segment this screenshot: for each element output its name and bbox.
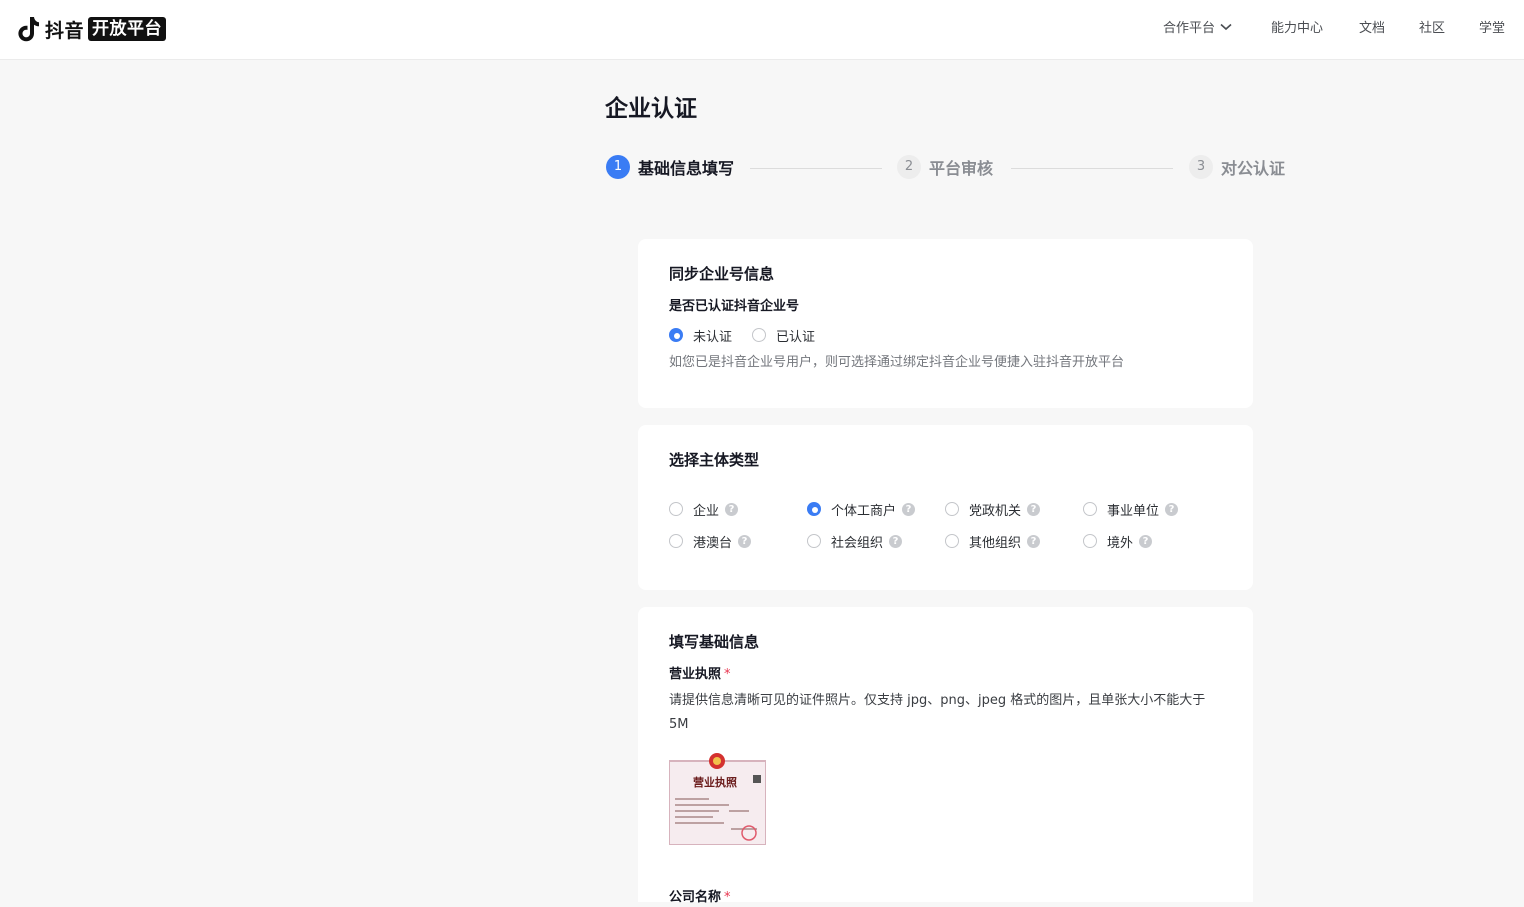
business-license-label: 营业执照 * bbox=[669, 666, 731, 684]
douyin-open-platform-logo[interactable]: 抖音 开放平台 bbox=[17, 14, 167, 44]
radio-circle bbox=[945, 534, 959, 548]
radio-hk-macau-taiwan[interactable]: 港澳台 ? bbox=[669, 531, 752, 551]
radio-label: 社会组织 bbox=[831, 535, 884, 551]
radio-enterprise[interactable]: 企业 ? bbox=[669, 499, 739, 519]
radio-label: 其他组织 bbox=[969, 535, 1022, 551]
nav-cooperation-platform[interactable]: 合作平台 bbox=[1163, 19, 1232, 39]
radio-other-organization[interactable]: 其他组织 ? bbox=[945, 531, 1041, 551]
label-text: 营业执照 bbox=[669, 667, 722, 682]
nav-docs[interactable]: 文档 bbox=[1359, 19, 1385, 39]
help-icon[interactable]: ? bbox=[1027, 502, 1041, 516]
help-icon[interactable]: ? bbox=[725, 502, 739, 516]
radio-label: 事业单位 bbox=[1107, 503, 1160, 519]
radio-circle bbox=[669, 534, 683, 548]
required-mark: * bbox=[724, 667, 731, 682]
card-title: 选择主体类型 bbox=[669, 451, 760, 469]
radio-label: 未认证 bbox=[693, 329, 733, 345]
help-icon[interactable]: ? bbox=[902, 502, 916, 516]
nav-label: 合作平台 bbox=[1163, 21, 1216, 36]
card-title: 填写基础信息 bbox=[669, 633, 760, 651]
radio-government[interactable]: 党政机关 ? bbox=[945, 499, 1041, 519]
help-icon[interactable]: ? bbox=[889, 534, 903, 548]
radio-individual-business[interactable]: 个体工商户 ? bbox=[807, 499, 916, 519]
sync-enterprise-card: 同步企业号信息 是否已认证抖音企业号 未认证 已认证 如您已是抖音企业号用户，则… bbox=[638, 239, 1253, 408]
help-icon[interactable]: ? bbox=[1165, 502, 1179, 516]
radio-circle-checked bbox=[807, 502, 821, 516]
help-icon[interactable]: ? bbox=[738, 534, 752, 548]
step-1: 1 基础信息填写 bbox=[606, 155, 734, 179]
step-label: 对公认证 bbox=[1221, 159, 1286, 178]
step-number: 2 bbox=[897, 155, 921, 179]
nav-capability-center[interactable]: 能力中心 bbox=[1271, 19, 1323, 39]
step-connector bbox=[1011, 168, 1173, 169]
entity-type-card: 选择主体类型 企业 ? 个体工商户 ? 党政机关 ? 事业单位 ? 港澳台 ? … bbox=[638, 425, 1253, 590]
license-image-text: 营业执照 bbox=[693, 775, 737, 789]
logo-text: 抖音 bbox=[45, 19, 85, 42]
company-name-label: 公司名称 * bbox=[669, 889, 731, 907]
help-icon[interactable]: ? bbox=[1027, 534, 1041, 548]
step-connector bbox=[750, 168, 882, 169]
step-3: 3 对公认证 bbox=[1189, 155, 1285, 179]
radio-circle bbox=[1083, 534, 1097, 548]
radio-verified[interactable]: 已认证 bbox=[752, 325, 815, 345]
license-description: 请提供信息清晰可见的证件照片。仅支持 jpg、png、jpeg 格式的图片，且单… bbox=[669, 693, 1206, 732]
help-icon[interactable]: ? bbox=[1139, 534, 1153, 548]
label-text: 公司名称 bbox=[669, 890, 722, 905]
radio-circle bbox=[807, 534, 821, 548]
hint-text: 如您已是抖音企业号用户，则可选择通过绑定抖音企业号便捷入驻抖音开放平台 bbox=[669, 355, 1125, 370]
card-title: 同步企业号信息 bbox=[669, 265, 775, 283]
douyin-logo-icon bbox=[18, 17, 39, 42]
step-label: 平台审核 bbox=[929, 159, 994, 178]
radio-circle bbox=[669, 502, 683, 516]
radio-not-verified[interactable]: 未认证 bbox=[669, 325, 732, 345]
radio-circle bbox=[752, 328, 766, 342]
radio-label: 党政机关 bbox=[969, 503, 1022, 519]
radio-label: 境外 bbox=[1107, 535, 1134, 551]
chevron-down-icon bbox=[1220, 23, 1232, 31]
nav-community[interactable]: 社区 bbox=[1419, 19, 1445, 39]
step-2: 2 平台审核 bbox=[897, 155, 993, 179]
radio-circle bbox=[945, 502, 959, 516]
top-header: 抖音 开放平台 合作平台 能力中心 文档 社区 学堂 bbox=[0, 0, 1524, 60]
radio-label: 港澳台 bbox=[693, 535, 733, 551]
field-label: 是否已认证抖音企业号 bbox=[669, 299, 800, 314]
step-number: 1 bbox=[606, 155, 630, 179]
radio-circle bbox=[1083, 502, 1097, 516]
radio-overseas[interactable]: 境外 ? bbox=[1083, 531, 1153, 551]
radio-public-institution[interactable]: 事业单位 ? bbox=[1083, 499, 1179, 519]
basic-info-card: 填写基础信息 营业执照 * 请提供信息清晰可见的证件照片。仅支持 jpg、png、… bbox=[638, 607, 1253, 905]
step-label: 基础信息填写 bbox=[638, 159, 735, 178]
business-license-thumbnail[interactable]: 营业执照 bbox=[669, 753, 766, 845]
radio-social-organization[interactable]: 社会组织 ? bbox=[807, 531, 903, 551]
step-number: 3 bbox=[1189, 155, 1213, 179]
radio-label: 企业 bbox=[693, 503, 720, 519]
nav-academy[interactable]: 学堂 bbox=[1479, 19, 1505, 39]
radio-label: 已认证 bbox=[776, 329, 816, 345]
radio-circle-checked bbox=[669, 328, 683, 342]
page-title: 企业认证 bbox=[605, 96, 697, 122]
radio-label: 个体工商户 bbox=[831, 503, 897, 519]
required-mark: * bbox=[724, 890, 731, 905]
logo-badge: 开放平台 bbox=[88, 17, 167, 41]
